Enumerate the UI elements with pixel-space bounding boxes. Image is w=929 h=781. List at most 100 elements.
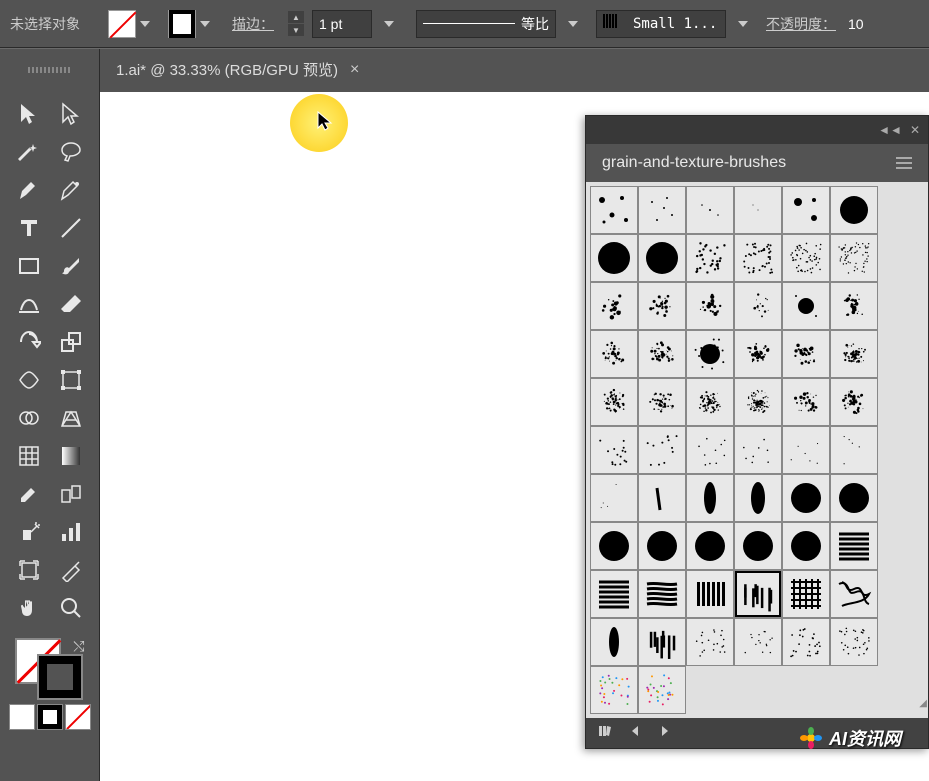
scale-tool[interactable] <box>53 326 89 358</box>
shaper-tool[interactable] <box>11 288 47 320</box>
brush-thumbnail[interactable] <box>734 234 782 282</box>
brush-thumbnail[interactable] <box>830 522 878 570</box>
document-tab[interactable]: 1.ai* @ 33.33% (RGB/GPU 预览) × <box>100 49 375 91</box>
brush-thumbnail[interactable] <box>734 426 782 474</box>
brush-thumbnail[interactable] <box>686 474 734 522</box>
brush-thumbnail[interactable] <box>734 474 782 522</box>
stroke-weight-label[interactable]: 描边： <box>232 14 274 34</box>
eraser-tool[interactable] <box>53 288 89 320</box>
eyedropper-tool[interactable] <box>11 478 47 510</box>
brush-thumbnail[interactable] <box>686 330 734 378</box>
brush-thumbnail[interactable] <box>782 186 830 234</box>
selection-tool[interactable] <box>11 98 47 130</box>
brush-thumbnail[interactable] <box>830 186 878 234</box>
stroke-weight-dropdown[interactable] <box>380 10 398 38</box>
brush-thumbnail[interactable] <box>734 186 782 234</box>
brush-thumbnail[interactable] <box>638 234 686 282</box>
panel-grip[interactable] <box>0 49 100 91</box>
prev-icon[interactable] <box>628 724 642 743</box>
hand-tool[interactable] <box>11 592 47 624</box>
brush-thumbnail[interactable] <box>686 234 734 282</box>
brush-thumbnail[interactable] <box>686 378 734 426</box>
library-icon[interactable] <box>598 724 612 743</box>
stroke-weight-stepper[interactable]: ▲ ▼ <box>288 11 304 36</box>
fill-dropdown[interactable] <box>136 10 154 38</box>
brush-thumbnail[interactable] <box>590 522 638 570</box>
brush-thumbnail[interactable] <box>830 330 878 378</box>
brush-thumbnail[interactable] <box>590 570 638 618</box>
swap-fill-stroke-icon[interactable]: ⤭ <box>73 638 84 655</box>
brush-thumbnail[interactable] <box>638 666 686 714</box>
brush-thumbnail[interactable] <box>734 570 782 618</box>
brush-thumbnail[interactable] <box>638 282 686 330</box>
line-tool[interactable] <box>53 212 89 244</box>
panel-menu-icon[interactable] <box>896 157 912 169</box>
brush-thumbnail[interactable] <box>734 282 782 330</box>
brush-thumbnail[interactable] <box>638 474 686 522</box>
brush-thumbnail[interactable] <box>638 186 686 234</box>
shape-builder-tool[interactable] <box>11 402 47 434</box>
gradient-tool[interactable] <box>53 440 89 472</box>
brush-thumbnail[interactable] <box>638 570 686 618</box>
brush-thumbnail[interactable] <box>782 618 830 666</box>
brush-thumbnail[interactable] <box>638 378 686 426</box>
brush-thumbnail[interactable] <box>782 474 830 522</box>
brush-thumbnail[interactable] <box>590 666 638 714</box>
panel-close-icon[interactable]: ✕ <box>910 123 920 137</box>
brush-thumbnail[interactable] <box>638 426 686 474</box>
brush-thumbnail[interactable] <box>830 618 878 666</box>
opacity-label[interactable]: 不透明度： <box>766 14 836 34</box>
brush-thumbnail[interactable] <box>734 330 782 378</box>
brush-thumbnail[interactable] <box>590 426 638 474</box>
none-mode[interactable] <box>65 704 91 730</box>
brush-thumbnail[interactable] <box>782 522 830 570</box>
brush-thumbnail[interactable] <box>686 522 734 570</box>
brush-thumbnail[interactable] <box>590 618 638 666</box>
symbol-sprayer-tool[interactable] <box>11 516 47 548</box>
blend-tool[interactable] <box>53 478 89 510</box>
brush-thumbnail[interactable] <box>686 618 734 666</box>
gradient-mode[interactable] <box>37 704 63 730</box>
stepper-down[interactable]: ▼ <box>288 24 304 36</box>
stroke-indicator[interactable] <box>37 654 83 700</box>
brush-thumbnail[interactable] <box>782 378 830 426</box>
brush-thumbnail[interactable] <box>734 378 782 426</box>
brush-thumbnail[interactable] <box>638 330 686 378</box>
slice-tool[interactable] <box>53 554 89 586</box>
brush-thumbnail[interactable] <box>590 282 638 330</box>
brush-thumbnail[interactable] <box>830 426 878 474</box>
brush-thumbnail[interactable] <box>782 234 830 282</box>
brush-preset-field[interactable]: Small 1... <box>596 10 726 38</box>
brush-thumbnail[interactable] <box>830 282 878 330</box>
brush-thumbnail[interactable] <box>782 570 830 618</box>
brush-thumbnail[interactable] <box>590 330 638 378</box>
fill-stroke-indicator[interactable]: ⤭ <box>15 638 85 698</box>
brush-thumbnail[interactable] <box>782 330 830 378</box>
column-graph-tool[interactable] <box>53 516 89 548</box>
free-transform-tool[interactable] <box>53 364 89 396</box>
brush-thumbnail[interactable] <box>638 618 686 666</box>
zoom-tool[interactable] <box>53 592 89 624</box>
brush-thumbnail[interactable] <box>734 618 782 666</box>
next-icon[interactable] <box>658 724 672 743</box>
panel-resize-handle[interactable]: ◢ <box>919 698 927 709</box>
lasso-tool[interactable] <box>53 136 89 168</box>
brush-thumbnail[interactable] <box>590 378 638 426</box>
profile-dropdown[interactable] <box>564 10 582 38</box>
brush-preset-dropdown[interactable] <box>734 10 752 38</box>
width-tool[interactable] <box>11 364 47 396</box>
brush-thumbnail[interactable] <box>830 378 878 426</box>
fill-swatch[interactable] <box>108 10 136 38</box>
brush-thumbnail[interactable] <box>638 522 686 570</box>
width-profile-field[interactable]: 等比 <box>416 10 556 38</box>
brush-thumbnail[interactable] <box>830 474 878 522</box>
stroke-dropdown[interactable] <box>196 10 214 38</box>
brush-thumbnail[interactable] <box>590 474 638 522</box>
panel-collapse-icon[interactable]: ◄◄ <box>878 123 902 137</box>
brush-thumbnail[interactable] <box>782 426 830 474</box>
curvature-tool[interactable] <box>53 174 89 206</box>
paintbrush-tool[interactable] <box>53 250 89 282</box>
brush-thumbnail[interactable] <box>830 570 878 618</box>
perspective-grid-tool[interactable] <box>53 402 89 434</box>
stroke-swatch[interactable] <box>168 10 196 38</box>
